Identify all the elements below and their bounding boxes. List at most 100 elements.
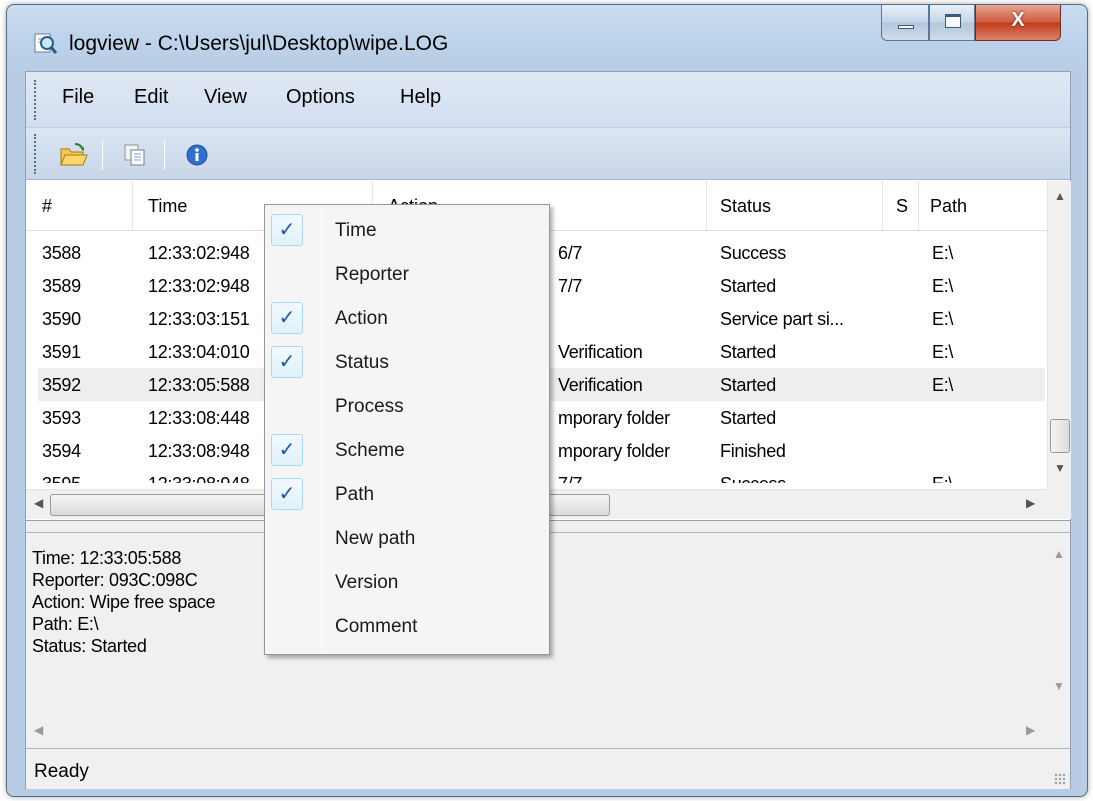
detail-vertical-scrollbar[interactable]: ▲ ▼ bbox=[1047, 533, 1071, 713]
menu-bar: File Edit View Options Help bbox=[26, 72, 1070, 128]
scroll-up-arrow-icon[interactable]: ▲ bbox=[1048, 189, 1072, 203]
cell-action: 7/7 bbox=[558, 276, 583, 296]
menu-item-version[interactable]: Version bbox=[267, 561, 547, 605]
cell-time: 12:33:02:948 bbox=[148, 243, 250, 263]
cell-status: Started bbox=[720, 276, 776, 296]
minimize-icon bbox=[898, 25, 914, 29]
column-header-time[interactable]: Time bbox=[148, 196, 187, 217]
title-bar[interactable]: logview - C:\Users\jul\Desktop\wipe.LOG … bbox=[7, 5, 1087, 67]
scroll-right-arrow-icon[interactable]: ▶ bbox=[1026, 496, 1035, 510]
cell-path: E:\ bbox=[932, 243, 954, 263]
menu-item-label: Action bbox=[335, 308, 388, 329]
cell-path: E:\ bbox=[932, 375, 954, 395]
cell-number: 3589 bbox=[42, 276, 81, 296]
cell-time: 12:33:04:010 bbox=[148, 342, 250, 362]
menu-view[interactable]: View bbox=[204, 86, 247, 109]
menubar-grip[interactable] bbox=[34, 80, 37, 120]
info-icon[interactable] bbox=[182, 140, 212, 170]
list-vertical-scrollbar[interactable]: ▲ ▼ bbox=[1047, 181, 1071, 489]
detail-time-line: Time: 12:33:05:588 bbox=[32, 548, 182, 568]
cell-time: 12:33:08:948 bbox=[148, 474, 250, 483]
cell-number: 3595 bbox=[42, 474, 81, 483]
cell-action: mporary folder bbox=[558, 441, 670, 461]
minimize-button[interactable] bbox=[881, 5, 929, 41]
scrollbar-corner bbox=[1047, 489, 1071, 519]
checkmark-icon: ✓ bbox=[271, 434, 303, 466]
menu-item-path[interactable]: ✓ Path bbox=[267, 473, 547, 517]
cell-action: 7/7 bbox=[558, 474, 582, 483]
checkmark-icon: ✓ bbox=[271, 302, 303, 334]
column-header-number[interactable]: # bbox=[42, 196, 52, 217]
column-header-status[interactable]: Status bbox=[720, 196, 771, 217]
status-bar: Ready bbox=[26, 748, 1070, 789]
menu-item-status[interactable]: ✓ Status bbox=[267, 341, 547, 385]
cell-status: Started bbox=[720, 342, 776, 362]
window-title: logview - C:\Users\jul\Desktop\wipe.LOG bbox=[69, 32, 449, 55]
cell-number: 3594 bbox=[42, 441, 81, 461]
detail-horizontal-scrollbar[interactable]: ◀ ▶ bbox=[26, 713, 1047, 747]
copy-icon[interactable] bbox=[120, 140, 150, 170]
magnifier-app-icon bbox=[34, 33, 57, 54]
cell-action: Verification bbox=[558, 342, 643, 362]
scroll-right-arrow-icon[interactable]: ▶ bbox=[1026, 723, 1035, 737]
cell-action: mporary folder bbox=[558, 408, 670, 428]
menu-item-time[interactable]: ✓ Time bbox=[267, 209, 547, 253]
maximize-button[interactable] bbox=[929, 5, 975, 41]
cell-action: 6/7 bbox=[558, 243, 583, 263]
checkmark-icon: ✓ bbox=[271, 478, 303, 510]
cell-number: 3591 bbox=[42, 342, 81, 362]
menu-item-label: Reporter bbox=[335, 264, 409, 285]
cell-time: 12:33:02:948 bbox=[148, 276, 250, 296]
scroll-down-arrow-icon[interactable]: ▼ bbox=[1048, 461, 1072, 475]
cell-time: 12:33:05:588 bbox=[148, 375, 250, 395]
menu-item-new-path[interactable]: New path bbox=[267, 517, 547, 561]
menu-edit[interactable]: Edit bbox=[134, 86, 168, 109]
column-divider[interactable] bbox=[706, 181, 707, 231]
menu-item-reporter[interactable]: Reporter bbox=[267, 253, 547, 297]
column-divider[interactable] bbox=[132, 181, 133, 231]
scroll-left-arrow-icon[interactable]: ◀ bbox=[34, 723, 43, 737]
column-divider[interactable] bbox=[918, 181, 919, 231]
menu-item-comment[interactable]: Comment bbox=[267, 605, 547, 649]
open-folder-icon[interactable] bbox=[58, 140, 88, 170]
menu-item-action[interactable]: ✓ Action bbox=[267, 297, 547, 341]
cell-number: 3592 bbox=[42, 375, 81, 395]
column-header-path[interactable]: Path bbox=[930, 196, 967, 217]
detail-path-line: Path: E:\ bbox=[32, 614, 99, 634]
menu-item-label: Time bbox=[335, 220, 377, 241]
menu-item-label: Version bbox=[335, 572, 399, 593]
toolbar-grip[interactable] bbox=[34, 134, 37, 174]
detail-reporter-line: Reporter: 093C:098C bbox=[32, 570, 198, 590]
close-icon: X bbox=[1011, 9, 1025, 31]
cell-time: 12:33:03:151 bbox=[148, 309, 250, 329]
cell-path: E:\ bbox=[932, 309, 954, 329]
column-header-s[interactable]: S bbox=[896, 196, 908, 217]
menu-item-process[interactable]: Process bbox=[267, 385, 547, 429]
cell-time: 12:33:08:948 bbox=[148, 441, 250, 461]
cell-number: 3588 bbox=[42, 243, 81, 263]
menu-file[interactable]: File bbox=[62, 86, 94, 109]
column-divider[interactable] bbox=[882, 181, 883, 231]
resize-grip-icon[interactable] bbox=[1054, 773, 1066, 785]
cell-action: Verification bbox=[558, 375, 643, 395]
cell-status: Started bbox=[720, 375, 776, 395]
vertical-scroll-thumb[interactable] bbox=[1050, 419, 1070, 453]
toolbar-separator bbox=[102, 140, 103, 170]
cell-path: E:\ bbox=[932, 342, 954, 362]
maximize-icon bbox=[945, 14, 961, 28]
checkmark-icon: ✓ bbox=[271, 346, 303, 378]
cell-status: Service part si... bbox=[720, 309, 844, 329]
scroll-up-arrow-icon[interactable]: ▲ bbox=[1047, 547, 1071, 561]
scroll-down-arrow-icon[interactable]: ▼ bbox=[1047, 679, 1071, 693]
menu-help[interactable]: Help bbox=[400, 86, 441, 109]
cell-path: E:\ bbox=[932, 276, 954, 296]
menu-options[interactable]: Options bbox=[286, 86, 355, 109]
scroll-left-arrow-icon[interactable]: ◀ bbox=[34, 496, 43, 510]
menu-item-scheme[interactable]: ✓ Scheme bbox=[267, 429, 547, 473]
close-button[interactable]: X bbox=[975, 5, 1061, 41]
menu-item-label: New path bbox=[335, 528, 416, 549]
detail-action-line: Action: Wipe free space bbox=[32, 592, 216, 612]
cell-time: 12:33:08:448 bbox=[148, 408, 250, 428]
menu-item-label: Process bbox=[335, 396, 404, 417]
menu-item-label: Status bbox=[335, 352, 389, 373]
